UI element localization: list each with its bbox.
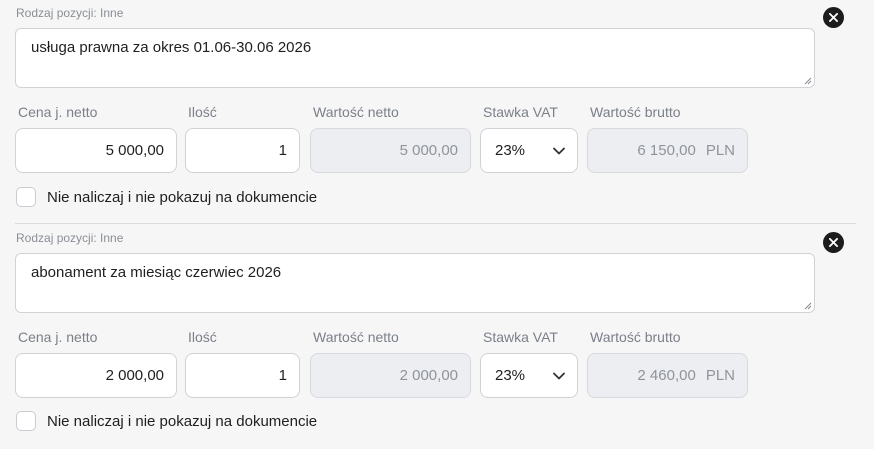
unit-price-label: Cena j. netto (18, 329, 98, 345)
vat-rate-label: Stawka VAT (483, 329, 558, 345)
item-description-textarea[interactable]: usługa prawna za okres 01.06-30.06 2026 (15, 28, 815, 88)
item-description-text: abonament za miesiąc czerwiec 2026 (31, 264, 282, 281)
exclude-checkbox-label: Nie naliczaj i nie pokazuj na dokumencie (47, 412, 318, 430)
vat-rate-value: 23% (495, 142, 526, 159)
exclude-checkbox[interactable] (16, 411, 36, 431)
net-value-value: 2 000,00 (399, 367, 458, 384)
exclude-checkbox[interactable] (16, 187, 36, 207)
vat-rate-label: Stawka VAT (483, 104, 558, 120)
item-type-label: Rodzaj pozycji: Inne (16, 231, 124, 245)
quantity-label: Ilość (188, 104, 217, 120)
gross-value-field: 6 150,00 PLN (587, 128, 748, 173)
close-icon (829, 238, 838, 247)
vat-rate-select[interactable]: 23% (480, 353, 578, 398)
invoice-item-1: Rodzaj pozycji: Inne usługa prawna za ok… (0, 0, 874, 224)
quantity-input[interactable]: 1 (185, 353, 300, 398)
chevron-down-icon (553, 372, 565, 379)
quantity-value: 1 (278, 367, 287, 384)
remove-item-button[interactable] (823, 232, 844, 253)
resize-grip-icon[interactable] (804, 77, 812, 85)
invoice-item-2: Rodzaj pozycji: Inne abonament za miesią… (0, 225, 874, 449)
currency-label: PLN (705, 367, 735, 384)
vat-rate-select[interactable]: 23% (480, 128, 578, 173)
item-type-label: Rodzaj pozycji: Inne (16, 6, 124, 20)
exclude-from-document-option[interactable]: Nie naliczaj i nie pokazuj na dokumencie (16, 187, 317, 207)
unit-price-input[interactable]: 2 000,00 (15, 353, 177, 398)
gross-value-value: 2 460,00 (637, 367, 696, 384)
item-description-text: usługa prawna za okres 01.06-30.06 2026 (31, 39, 312, 56)
currency-label: PLN (705, 142, 735, 159)
net-value-field: 2 000,00 (310, 353, 471, 398)
quantity-value: 1 (278, 142, 287, 159)
gross-value-label: Wartość brutto (590, 329, 681, 345)
exclude-checkbox-label: Nie naliczaj i nie pokazuj na dokumencie (47, 188, 318, 206)
chevron-down-icon (553, 147, 565, 154)
unit-price-value: 2 000,00 (105, 367, 164, 384)
gross-value-value: 6 150,00 (637, 142, 696, 159)
net-value-field: 5 000,00 (310, 128, 471, 173)
remove-item-button[interactable] (823, 7, 844, 28)
gross-value-label: Wartość brutto (590, 104, 681, 120)
net-value-label: Wartość netto (313, 329, 399, 345)
resize-grip-icon[interactable] (804, 302, 812, 310)
close-icon (829, 13, 838, 22)
vat-rate-value: 23% (495, 367, 526, 384)
quantity-input[interactable]: 1 (185, 128, 300, 173)
unit-price-input[interactable]: 5 000,00 (15, 128, 177, 173)
item-divider (15, 223, 856, 224)
unit-price-value: 5 000,00 (105, 142, 164, 159)
exclude-from-document-option[interactable]: Nie naliczaj i nie pokazuj na dokumencie (16, 411, 317, 431)
net-value-label: Wartość netto (313, 104, 399, 120)
gross-value-field: 2 460,00 PLN (587, 353, 748, 398)
quantity-label: Ilość (188, 329, 217, 345)
net-value-value: 5 000,00 (399, 142, 458, 159)
unit-price-label: Cena j. netto (18, 104, 98, 120)
item-description-textarea[interactable]: abonament za miesiąc czerwiec 2026 (15, 253, 815, 313)
